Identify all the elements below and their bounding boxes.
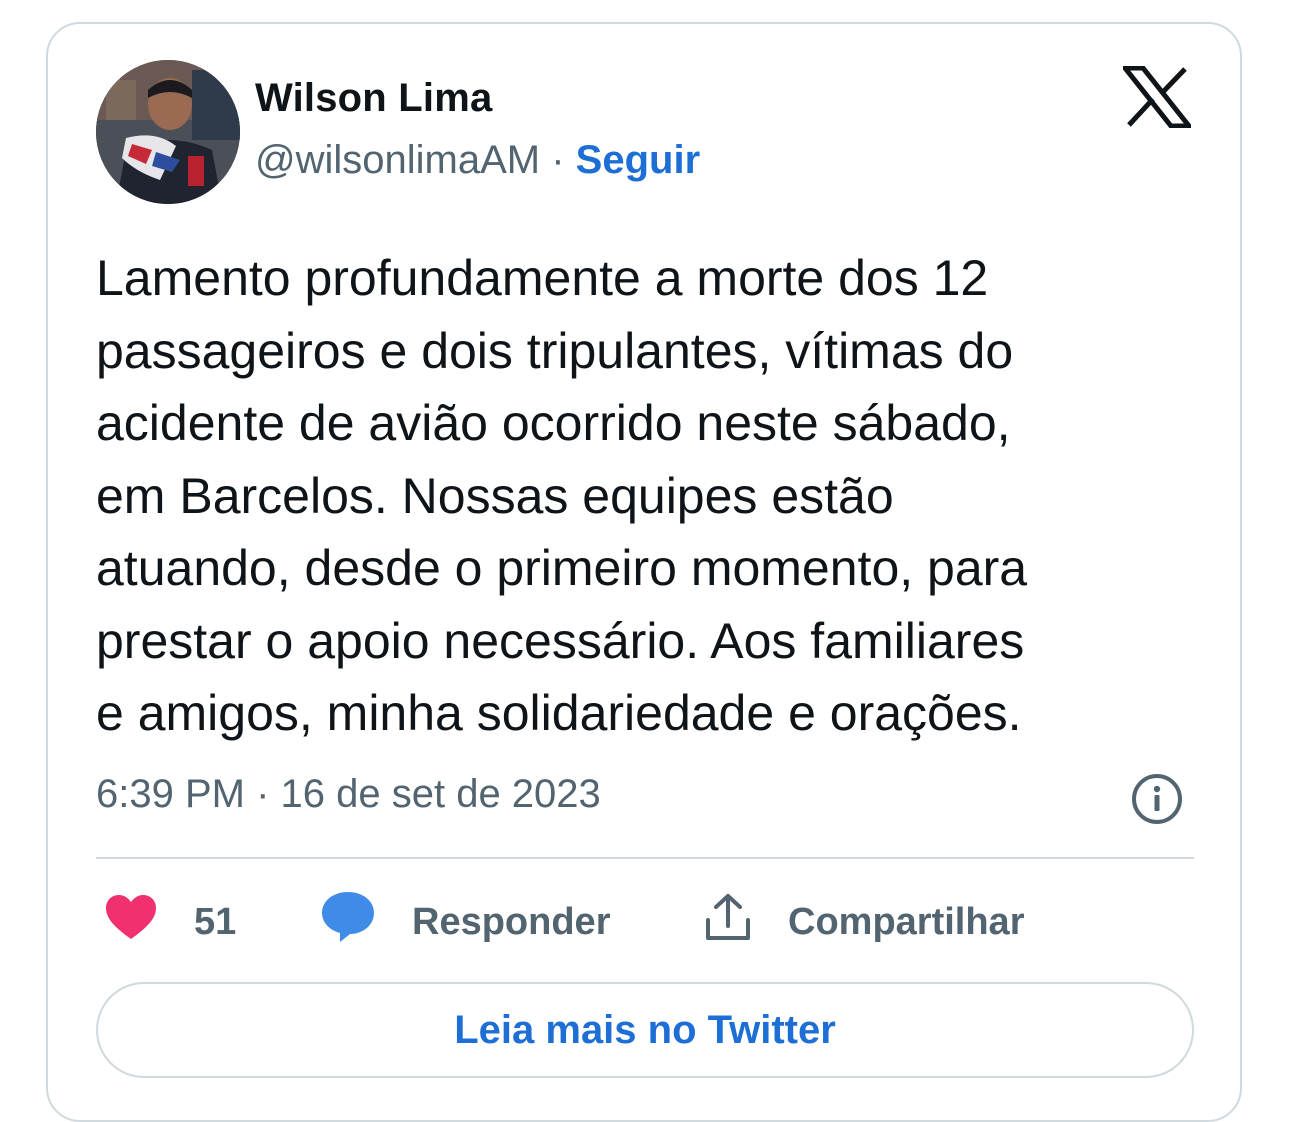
divider — [96, 857, 1194, 859]
tweet-timestamp[interactable]: 6:39 PM · 16 de set de 2023 — [96, 772, 601, 817]
read-more-label: Leia mais no Twitter — [454, 1007, 836, 1052]
reply-bubble-icon — [320, 890, 376, 954]
tweet-line: passageiros e dois tripulantes, vítimas … — [96, 322, 1014, 379]
tweet-line: atuando, desde o primeiro momento, para — [96, 540, 1028, 596]
like-count: 51 — [194, 900, 237, 943]
heart-icon — [104, 893, 158, 951]
author-handle[interactable]: @wilsonlimaAM — [255, 138, 540, 182]
share-button[interactable]: Compartilhar — [704, 890, 1024, 954]
follow-button[interactable]: Seguir — [576, 138, 700, 182]
info-icon[interactable] — [1130, 772, 1184, 826]
tweet-line: prestar o apoio necessário. Aos familiar… — [96, 612, 1025, 669]
share-label: Compartilhar — [788, 900, 1025, 943]
read-more-button[interactable]: Leia mais no Twitter — [96, 982, 1194, 1078]
x-logo-icon[interactable] — [1119, 65, 1195, 129]
tweet-line: acidente de avião ocorrido neste sábado, — [96, 395, 1011, 451]
separator-dot: · — [540, 138, 576, 182]
like-button[interactable]: 51 — [104, 890, 236, 954]
action-bar: 51 Responder Compartilhar — [0, 890, 1290, 954]
share-icon — [704, 892, 752, 952]
avatar[interactable] — [96, 60, 240, 204]
reply-button[interactable]: Responder — [320, 890, 610, 954]
tweet-line: em Barcelos. Nossas equipes estão — [96, 467, 894, 524]
tweet-line: e amigos, minha solidariedade e orações. — [96, 685, 1022, 741]
tweet-line: Lamento profundamente a morte dos 12 — [96, 250, 989, 306]
author-name[interactable]: Wilson Lima — [255, 76, 492, 121]
reply-label: Responder — [412, 900, 611, 943]
author-handle-row: @wilsonlimaAM · Seguir — [255, 138, 700, 183]
tweet-text: Lamento profundamente a morte dos 12 pas… — [96, 242, 1206, 750]
